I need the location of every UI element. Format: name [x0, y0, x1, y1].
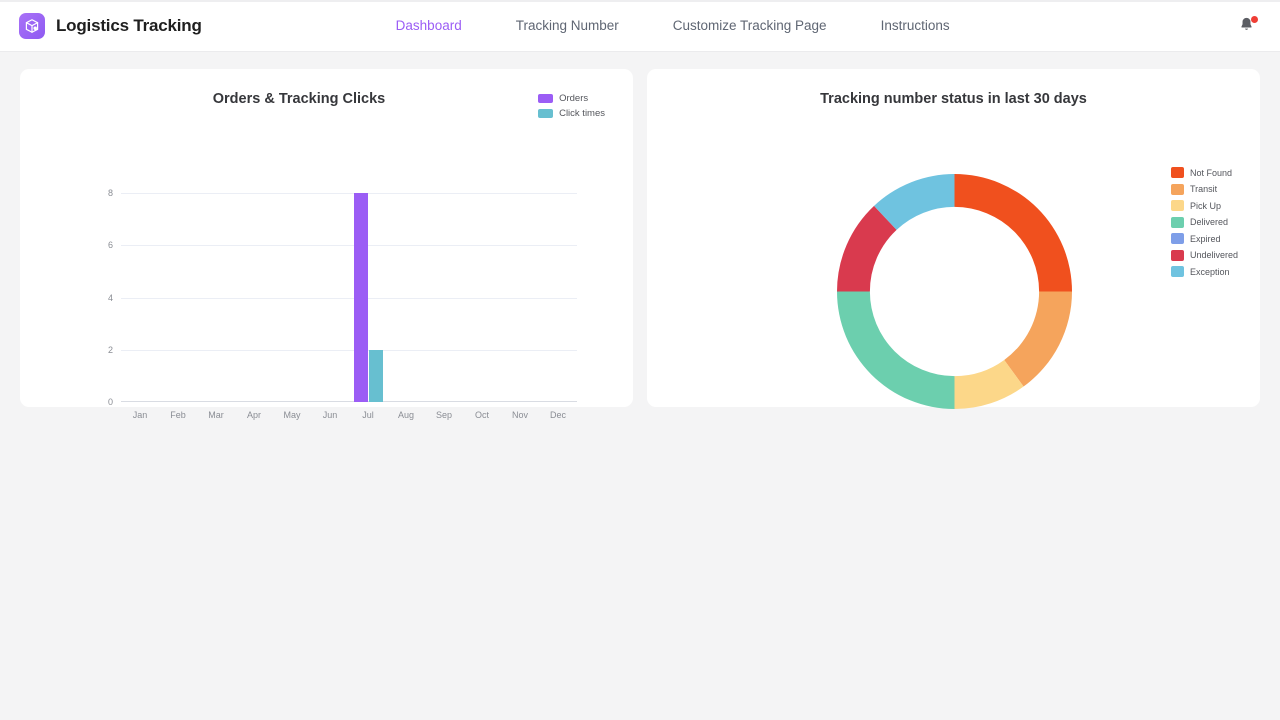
x-axis-tick-label: Apr: [247, 410, 261, 420]
legend-item-transit[interactable]: Transit: [1171, 184, 1238, 195]
legend-item-pick-up[interactable]: Pick Up: [1171, 200, 1238, 211]
y-axis-tick-label: 0: [108, 397, 113, 407]
nav-item-customize-tracking-page[interactable]: Customize Tracking Page: [646, 18, 854, 33]
y-axis-tick-label: 4: [108, 293, 113, 303]
x-axis-tick-label: May: [283, 410, 300, 420]
package-box-icon: [19, 13, 45, 39]
legend-label-pick-up: Pick Up: [1190, 201, 1221, 211]
bar-group[interactable]: Nov: [501, 193, 539, 402]
donut-segment-transit[interactable]: [1004, 292, 1072, 387]
legend-label-not-found: Not Found: [1190, 168, 1232, 178]
bar-group[interactable]: Apr: [235, 193, 273, 402]
x-axis-tick-label: Oct: [475, 410, 489, 420]
legend-item-exception[interactable]: Exception: [1171, 266, 1238, 277]
legend-item-undelivered[interactable]: Undelivered: [1171, 250, 1238, 261]
x-axis-tick-label: Feb: [170, 410, 186, 420]
bar-group[interactable]: Feb: [159, 193, 197, 402]
notification-bell-button[interactable]: [1238, 16, 1258, 36]
nav-item-dashboard[interactable]: Dashboard: [369, 18, 489, 33]
orders-bar-chart: 0 2 4 6 8 JanFebMarAprMayJunJulAugSepOctNovDe…: [20, 69, 633, 407]
orders-clicks-chart-card: Orders & Tracking Clicks Orders Click ti…: [20, 69, 633, 407]
bar-group[interactable]: Jul: [349, 193, 387, 402]
legend-label-exception: Exception: [1190, 267, 1230, 277]
bar-chart-plot-area: 02468JanFebMarAprMayJunJulAugSepOctNovDe…: [121, 193, 577, 402]
brand: Logistics Tracking: [0, 13, 202, 39]
legend-item-delivered[interactable]: Delivered: [1171, 217, 1238, 228]
bar-group[interactable]: Dec: [539, 193, 577, 402]
nav-item-tracking-number[interactable]: Tracking Number: [489, 18, 646, 33]
x-axis-tick-label: Nov: [512, 410, 528, 420]
y-axis-tick-label: 2: [108, 345, 113, 355]
x-axis-tick-label: Jun: [323, 410, 338, 420]
bar-group[interactable]: Jun: [311, 193, 349, 402]
legend-swatch-exception: [1171, 266, 1184, 277]
x-axis-tick-label: Jan: [133, 410, 148, 420]
donut-segment-delivered[interactable]: [837, 292, 955, 410]
bar-group[interactable]: May: [273, 193, 311, 402]
bar-group[interactable]: Jan: [121, 193, 159, 402]
donut-segment-not-found[interactable]: [955, 174, 1073, 292]
legend-swatch-delivered: [1171, 217, 1184, 228]
legend-item-expired[interactable]: Expired: [1171, 233, 1238, 244]
bar-group[interactable]: Sep: [425, 193, 463, 402]
legend-label-expired: Expired: [1190, 234, 1221, 244]
tracking-status-chart-title: Tracking number status in last 30 days: [647, 91, 1260, 107]
legend-swatch-not-found: [1171, 167, 1184, 178]
nav-item-instructions[interactable]: Instructions: [854, 18, 977, 33]
tracking-status-chart-card: Tracking number status in last 30 days N…: [647, 69, 1260, 407]
bar-group[interactable]: Mar: [197, 193, 235, 402]
x-axis-tick-label: Jul: [362, 410, 374, 420]
brand-title: Logistics Tracking: [56, 16, 202, 36]
legend-label-transit: Transit: [1190, 184, 1217, 194]
y-axis-tick-label: 6: [108, 240, 113, 250]
tracking-status-legend: Not Found Transit Pick Up Delivered Expired U…: [1171, 167, 1238, 277]
bar-group[interactable]: Aug: [387, 193, 425, 402]
legend-swatch-expired: [1171, 233, 1184, 244]
legend-swatch-pick-up: [1171, 200, 1184, 211]
y-axis-tick-label: 8: [108, 188, 113, 198]
x-axis-tick-label: Dec: [550, 410, 566, 420]
dashboard-content: Orders & Tracking Clicks Orders Click ti…: [0, 52, 1280, 407]
main-navigation: Dashboard Tracking Number Customize Trac…: [369, 18, 977, 33]
bar-jul-orders[interactable]: [354, 193, 368, 402]
bar-jul-click-times[interactable]: [369, 350, 383, 402]
x-axis-tick-label: Mar: [208, 410, 224, 420]
legend-item-not-found[interactable]: Not Found: [1171, 167, 1238, 178]
legend-swatch-transit: [1171, 184, 1184, 195]
tracking-status-donut-chart: [837, 174, 1072, 409]
legend-label-delivered: Delivered: [1190, 217, 1228, 227]
donut-svg: [837, 174, 1072, 409]
top-header-bar: Logistics Tracking Dashboard Tracking Nu…: [0, 0, 1280, 52]
x-axis-tick-label: Sep: [436, 410, 452, 420]
notification-badge-dot: [1251, 16, 1258, 23]
bar-group[interactable]: Oct: [463, 193, 501, 402]
x-axis-tick-label: Aug: [398, 410, 414, 420]
legend-swatch-undelivered: [1171, 250, 1184, 261]
legend-label-undelivered: Undelivered: [1190, 250, 1238, 260]
